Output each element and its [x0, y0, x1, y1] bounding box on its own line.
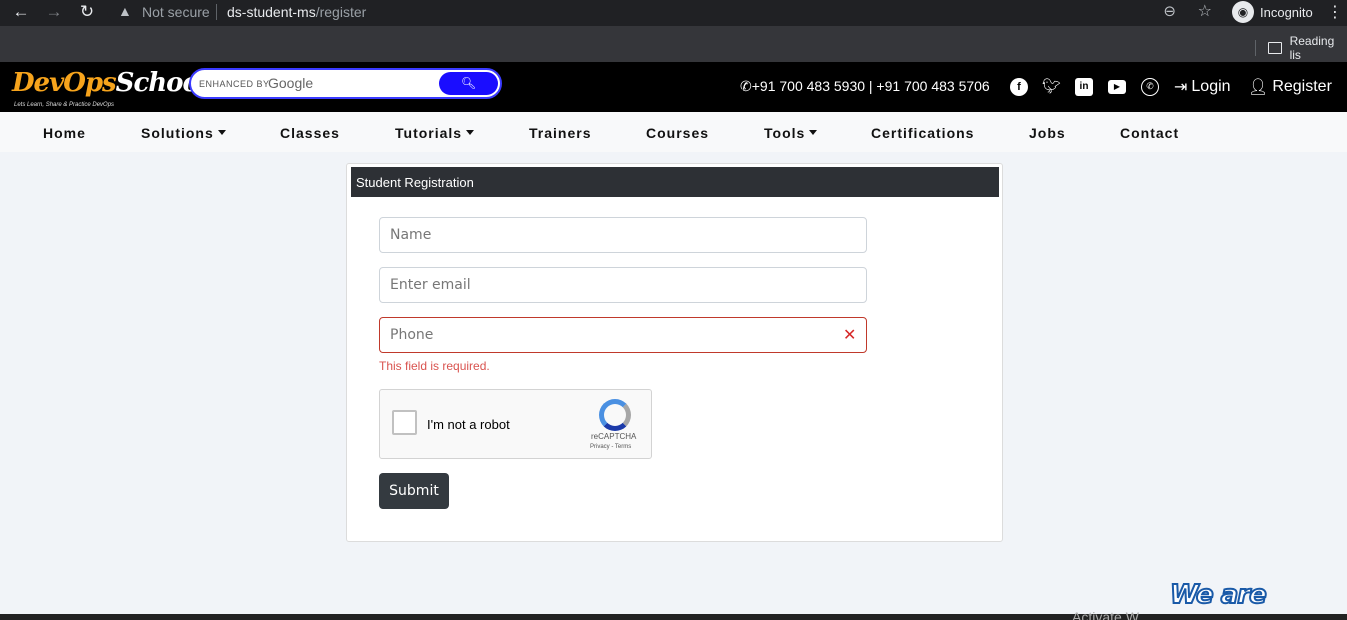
reload-icon[interactable]: ↻ [76, 1, 98, 23]
forward-icon[interactable]: → [43, 1, 65, 23]
search-input[interactable]: ENHANCED BY Google 🔍︎ [189, 68, 502, 99]
recaptcha-logo-icon [599, 399, 631, 431]
register-label: Register [1272, 78, 1332, 95]
nav-trainers[interactable]: Trainers [529, 125, 591, 141]
logo-tagline: Lets Learn, Share & Practice DevOps [14, 102, 115, 108]
reading-list-icon [1267, 42, 1282, 54]
phone-icon: ✆ [740, 78, 752, 94]
whatsapp-icon[interactable]: ✆ [1141, 78, 1159, 96]
url-text[interactable]: ds-student-ms/register [227, 4, 366, 20]
phone-text: +91 700 483 5930 | +91 700 483 5706 [751, 78, 990, 94]
email-input[interactable] [379, 267, 867, 303]
activate-windows-watermark: Activate W [1072, 609, 1139, 620]
chevron-down-icon [217, 130, 226, 135]
nav-tools-label: Tools [764, 125, 806, 141]
bookmark-divider [1255, 40, 1256, 56]
nav-solutions-label: Solutions [141, 125, 214, 141]
login-icon: ⇥ [1174, 79, 1188, 96]
phone-error-message: This field is required. [379, 359, 490, 373]
incognito-profile[interactable]: ◉ Incognito [1232, 0, 1313, 24]
twitter-icon[interactable]: 🐦︎ [1042, 78, 1061, 96]
recaptcha-brand: reCAPTCHA [591, 432, 637, 441]
facebook-icon[interactable]: f [1010, 78, 1028, 96]
nav-tools[interactable]: Tools [764, 125, 818, 141]
incognito-label: Incognito [1260, 4, 1313, 20]
search-icon: 🔍︎ [460, 76, 477, 90]
name-input[interactable] [379, 217, 867, 253]
captcha-label: I'm not a robot [427, 417, 510, 432]
footer-strip [0, 614, 1347, 620]
nav-tutorials[interactable]: Tutorials [395, 125, 475, 141]
nav-jobs[interactable]: Jobs [1029, 125, 1066, 141]
search-google-label: Google [268, 75, 314, 91]
register-link[interactable]: 👤︎ Register [1248, 77, 1332, 97]
bookmark-star-icon[interactable]: ☆ [1198, 1, 1212, 21]
submit-button[interactable]: Submit [379, 473, 449, 509]
browser-menu-icon[interactable]: ⋮ [1327, 2, 1343, 22]
nav-home[interactable]: Home [43, 125, 86, 141]
login-link[interactable]: ⇥ Login [1174, 77, 1231, 97]
site-header: DevOpsSchool Lets Learn, Share & Practic… [0, 62, 1347, 112]
user-plus-icon: 👤︎ [1248, 79, 1269, 96]
linkedin-icon[interactable]: in [1075, 78, 1093, 96]
card-title: Student Registration [351, 167, 999, 197]
incognito-icon: ◉ [1232, 1, 1254, 23]
nav-contact[interactable]: Contact [1120, 125, 1179, 141]
search-button[interactable]: 🔍︎ [439, 72, 498, 95]
warning-icon: ▲ [118, 3, 132, 19]
reading-list-label: Reading lis [1289, 34, 1335, 62]
nav-certifications[interactable]: Certifications [871, 125, 974, 141]
phone-numbers: ✆+91 700 483 5930 | +91 700 483 5706 [740, 78, 990, 95]
security-status[interactable]: Not secure [142, 4, 210, 20]
login-label: Login [1191, 78, 1231, 95]
we-are-hiring-badge[interactable]: We are [1169, 579, 1268, 611]
chevron-down-icon [466, 130, 475, 135]
nav-courses[interactable]: Courses [646, 125, 709, 141]
registration-card: Student Registration ✕ This field is req… [346, 163, 1003, 542]
chevron-down-icon [809, 130, 818, 135]
error-x-icon: ✕ [843, 327, 857, 344]
logo-devops: DevOps [12, 68, 117, 98]
recaptcha-privacy-terms[interactable]: Privacy - Terms [590, 444, 631, 450]
youtube-icon[interactable]: ▶ [1108, 80, 1126, 94]
phone-input[interactable] [379, 317, 867, 353]
nav-tutorials-label: Tutorials [395, 125, 463, 141]
nav-classes[interactable]: Classes [280, 125, 340, 141]
omnibox-divider [216, 4, 217, 20]
reading-list[interactable]: Reading lis [1255, 34, 1347, 62]
back-icon[interactable]: ← [10, 1, 32, 23]
devopsschool-logo[interactable]: DevOpsSchool Lets Learn, Share & Practic… [12, 66, 209, 112]
captcha-checkbox[interactable] [392, 410, 417, 435]
browser-chrome: ← → ↻ ▲ Not secure ds-student-ms/registe… [0, 0, 1347, 62]
main-nav: Home Solutions Classes Tutorials Trainer… [0, 112, 1347, 152]
nav-solutions[interactable]: Solutions [141, 125, 226, 141]
zoom-icon[interactable]: ⊖ [1163, 2, 1176, 20]
address-bar[interactable]: ▲ Not secure ds-student-ms/register ⊖ ☆ [107, 0, 1224, 24]
search-enhanced-label: ENHANCED BY [199, 79, 270, 89]
recaptcha-widget: I'm not a robot reCAPTCHA Privacy - Term… [379, 389, 652, 459]
